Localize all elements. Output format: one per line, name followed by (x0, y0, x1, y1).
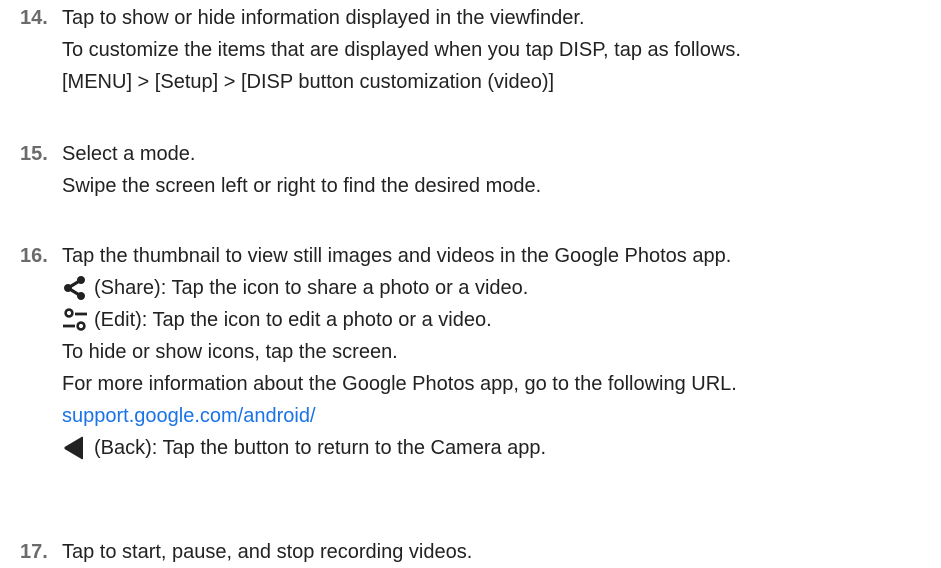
step-15: 15. Select a mode. Swipe the screen left… (20, 138, 935, 202)
step-title: Tap the thumbnail to view still images a… (62, 245, 732, 267)
share-description: (Share): Tap the icon to share a photo o… (94, 277, 529, 299)
back-description: (Back): Tap the button to return to the … (94, 437, 547, 459)
edit-line: (Edit): Tap the icon to edit a photo or … (20, 304, 935, 336)
back-triangle-icon (62, 436, 92, 460)
step-title: Tap to start, pause, and stop recording … (62, 541, 473, 563)
edit-icon (62, 308, 92, 332)
step-detail: [MENU] > [Setup] > [DISP button customiz… (62, 71, 555, 93)
hide-show-note: To hide or show icons, tap the screen. (62, 341, 398, 363)
step-17: 17. Tap to start, pause, and stop record… (20, 536, 935, 568)
step-14-heading: 14. Tap to show or hide information disp… (20, 2, 935, 34)
step-15-heading: 15. Select a mode. (20, 138, 935, 170)
edit-description: (Edit): Tap the icon to edit a photo or … (94, 309, 492, 331)
step-number: 15. (20, 143, 48, 165)
more-info-note: For more information about the Google Ph… (62, 373, 737, 395)
share-line: (Share): Tap the icon to share a photo o… (20, 272, 935, 304)
step-title: Select a mode. (62, 143, 196, 165)
share-icon (62, 276, 92, 300)
step-14: 14. Tap to show or hide information disp… (20, 2, 935, 98)
step-number: 14. (20, 7, 48, 29)
step-16-heading: 16. Tap the thumbnail to view still imag… (20, 240, 935, 272)
back-line: (Back): Tap the button to return to the … (20, 432, 935, 464)
step-detail: Swipe the screen left or right to find t… (62, 175, 542, 197)
document: 14. Tap to show or hide information disp… (0, 0, 941, 564)
step-number: 16. (20, 245, 48, 267)
step-detail: To customize the items that are displaye… (62, 39, 741, 61)
support-link-line: support.google.com/android/ (20, 400, 935, 432)
step-title: Tap to show or hide information displaye… (62, 7, 585, 29)
step-number: 17. (20, 541, 48, 563)
step-17-heading: 17. Tap to start, pause, and stop record… (20, 536, 935, 568)
support-link[interactable]: support.google.com/android/ (62, 405, 316, 427)
step-16: 16. Tap the thumbnail to view still imag… (20, 240, 935, 464)
